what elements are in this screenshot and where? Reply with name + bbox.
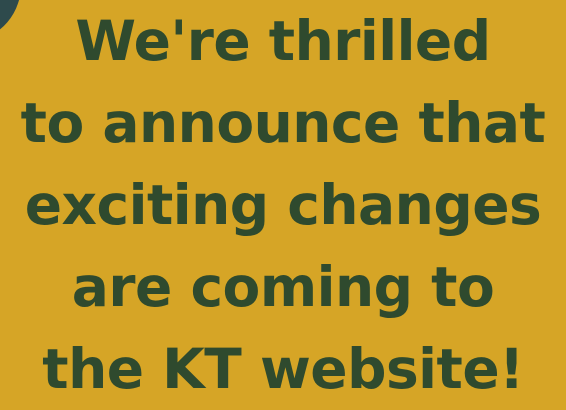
announcement-line-4: are coming to xyxy=(71,255,495,319)
announcement-text: We're thrilled to announce that exciting… xyxy=(0,0,566,409)
announcement-line-2: to announce that xyxy=(20,91,546,155)
announcement-line-3: exciting changes xyxy=(24,173,542,237)
announcement-line-5: the KT website! xyxy=(42,337,524,401)
announcement-line-1: We're thrilled xyxy=(75,9,491,73)
